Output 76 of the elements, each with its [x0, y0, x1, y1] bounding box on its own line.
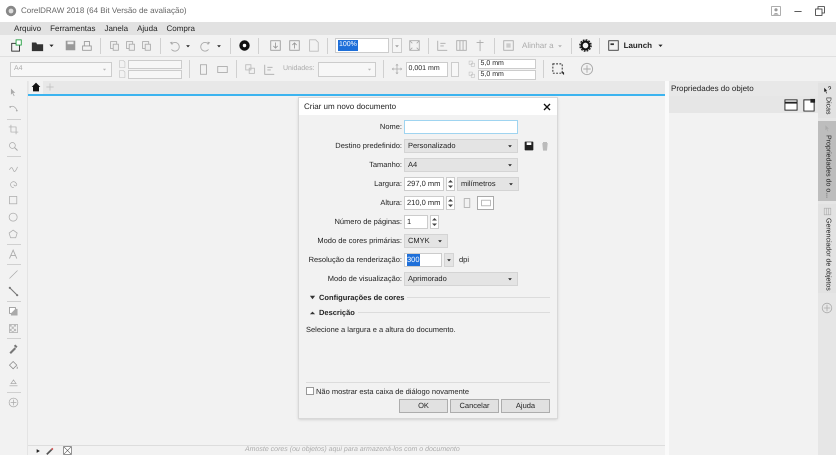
- line-tool-icon[interactable]: [8, 269, 19, 280]
- nudge-spinner[interactable]: [450, 62, 459, 76]
- tab-icon: [822, 86, 832, 95]
- spin-button[interactable]: [430, 215, 439, 229]
- pen-icon[interactable]: [45, 446, 54, 455]
- resolution-dropdown[interactable]: [444, 253, 454, 267]
- home-icon: [31, 82, 41, 92]
- menu-item[interactable]: Ferramentas: [50, 24, 96, 32]
- nudge-icon[interactable]: [390, 63, 403, 75]
- portrait-icon[interactable]: [197, 62, 210, 76]
- launch-button[interactable]: Launch: [606, 39, 666, 52]
- caret-icon: [506, 161, 514, 169]
- menu-item[interactable]: Ajuda: [137, 24, 158, 32]
- page-dimension-field[interactable]: [128, 70, 182, 78]
- new-document-icon[interactable]: [10, 39, 23, 52]
- caret-icon: [507, 180, 515, 188]
- crop-tool-icon[interactable]: [8, 124, 19, 135]
- spin-button[interactable]: [446, 196, 455, 210]
- add-tool-icon[interactable]: [8, 397, 19, 408]
- units-dropdown[interactable]: [318, 62, 376, 76]
- all-pages-icon[interactable]: [244, 62, 257, 76]
- landscape-button[interactable]: [477, 196, 494, 210]
- expand-arrow-icon[interactable]: [309, 294, 316, 302]
- no-color-swatch-icon[interactable]: [63, 446, 72, 455]
- fill-tool-icon[interactable]: [8, 360, 19, 371]
- dialog-title: Criar um novo documento: [304, 100, 396, 112]
- caret-icon: [506, 275, 514, 283]
- page-dimension-field[interactable]: [128, 60, 182, 68]
- palette-play-icon[interactable]: [34, 446, 42, 454]
- import-icon[interactable]: [269, 39, 282, 52]
- menu-item[interactable]: Janela: [104, 24, 128, 32]
- app-logo-icon: [5, 5, 17, 17]
- home-tab[interactable]: [29, 81, 43, 94]
- docker-title: Propriedades do objeto: [671, 82, 754, 94]
- export-icon[interactable]: [288, 39, 301, 52]
- add-docker-icon[interactable]: [821, 302, 833, 314]
- name-field[interactable]: [404, 120, 518, 134]
- transparency-tool-icon[interactable]: [8, 323, 19, 334]
- window-icon: [606, 39, 620, 52]
- caret-icon: [445, 256, 453, 264]
- shadow-tool-icon[interactable]: [8, 306, 19, 317]
- account-icon[interactable]: [770, 5, 782, 17]
- grid-icon[interactable]: [455, 39, 468, 52]
- spin-button[interactable]: [446, 177, 455, 191]
- copy-icon[interactable]: [124, 39, 137, 52]
- landscape-icon: [480, 197, 492, 209]
- rectangle-tool-icon[interactable]: [8, 195, 19, 206]
- collapse-arrow-icon[interactable]: [309, 309, 316, 316]
- delete-icon[interactable]: [540, 141, 550, 151]
- window-title: CorelDRAW 2018 (64 Bit Versão de avaliação): [21, 5, 187, 17]
- select-icon[interactable]: [550, 62, 565, 76]
- checkbox[interactable]: [306, 387, 314, 396]
- settings-icon[interactable]: [578, 39, 592, 52]
- polygon-tool-icon[interactable]: [8, 229, 19, 240]
- menu-item[interactable]: Compra: [166, 24, 195, 32]
- close-icon[interactable]: [542, 102, 552, 112]
- save-icon[interactable]: [524, 141, 534, 151]
- eyedropper-tool-icon[interactable]: [8, 343, 19, 354]
- disc-icon[interactable]: [238, 39, 251, 52]
- caret-icon: [436, 237, 444, 245]
- new-tab-icon[interactable]: [45, 82, 55, 92]
- zoom-tool-icon[interactable]: [8, 141, 19, 152]
- connector-tool-icon[interactable]: [8, 286, 19, 297]
- restore-icon[interactable]: [814, 5, 826, 17]
- document-icon[interactable]: [802, 98, 816, 112]
- add-icon[interactable]: [580, 62, 594, 76]
- ellipse-tool-icon[interactable]: [8, 212, 19, 223]
- page-icon[interactable]: [784, 98, 798, 112]
- caret-icon: [506, 142, 514, 150]
- full-screen-icon[interactable]: [408, 39, 421, 52]
- tab-icon: [822, 206, 832, 216]
- printer-icon[interactable]: [80, 39, 93, 52]
- zoom-dropdown[interactable]: [392, 38, 402, 53]
- rulers-icon[interactable]: [436, 39, 449, 52]
- text-tool-icon[interactable]: [8, 249, 19, 260]
- menu-item[interactable]: Arquivo: [14, 24, 42, 32]
